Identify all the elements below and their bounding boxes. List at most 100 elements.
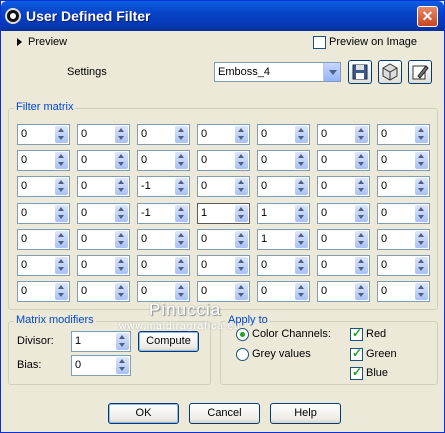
matrix-cell-stepper[interactable]: 0 (317, 150, 370, 171)
matrix-cell-stepper[interactable]: 0 (317, 176, 370, 197)
close-button[interactable]: ✕ (417, 6, 438, 27)
spin-arrows-icon[interactable] (55, 152, 68, 169)
spin-arrows-icon[interactable] (115, 257, 128, 274)
matrix-cell-stepper[interactable]: 0 (197, 255, 250, 276)
spin-arrows-icon[interactable] (235, 283, 248, 300)
matrix-cell-stepper[interactable]: 0 (257, 255, 310, 276)
matrix-cell-stepper[interactable]: 0 (197, 176, 250, 197)
matrix-cell-stepper[interactable]: 0 (77, 124, 130, 145)
spin-arrows-icon[interactable] (355, 283, 368, 300)
green-checkbox[interactable] (350, 346, 363, 361)
matrix-cell-stepper[interactable]: 0 (377, 229, 430, 250)
edit-preset-button[interactable] (408, 60, 432, 84)
matrix-cell-stepper[interactable]: 0 (17, 229, 70, 250)
matrix-cell-stepper[interactable]: 0 (77, 203, 130, 224)
matrix-cell-stepper[interactable]: 0 (17, 255, 70, 276)
matrix-cell-stepper[interactable]: 0 (377, 203, 430, 224)
preview-on-image-checkbox[interactable] (313, 36, 326, 49)
spin-arrows-icon[interactable] (295, 283, 308, 300)
matrix-cell-stepper[interactable]: 0 (77, 229, 130, 250)
matrix-cell-stepper[interactable]: 0 (77, 176, 130, 197)
matrix-cell-stepper[interactable]: 0 (257, 281, 310, 302)
spin-arrows-icon[interactable] (115, 283, 128, 300)
grey-values-label[interactable]: Grey values (252, 348, 311, 360)
matrix-cell-stepper[interactable]: 1 (257, 229, 310, 250)
spin-arrows-icon[interactable] (235, 205, 248, 222)
spin-arrows-icon[interactable] (175, 126, 188, 143)
spin-arrows-icon[interactable] (116, 333, 129, 350)
spin-arrows-icon[interactable] (355, 126, 368, 143)
compute-button[interactable]: Compute (138, 331, 199, 352)
matrix-cell-stepper[interactable]: 0 (17, 176, 70, 197)
blue-checkbox[interactable] (350, 365, 363, 380)
matrix-cell-stepper[interactable]: 0 (197, 281, 250, 302)
title-bar[interactable]: User Defined Filter ✕ (1, 1, 444, 31)
matrix-cell-stepper[interactable]: 0 (257, 176, 310, 197)
matrix-cell-stepper[interactable]: 0 (377, 281, 430, 302)
matrix-cell-stepper[interactable]: -1 (137, 176, 190, 197)
spin-arrows-icon[interactable] (415, 126, 428, 143)
spin-arrows-icon[interactable] (55, 205, 68, 222)
matrix-cell-stepper[interactable]: 0 (377, 124, 430, 145)
help-button[interactable]: Help (270, 403, 341, 424)
preview-toggle-label[interactable]: Preview (28, 36, 67, 48)
spin-arrows-icon[interactable] (55, 178, 68, 195)
spin-arrows-icon[interactable] (355, 257, 368, 274)
matrix-cell-stepper[interactable]: 0 (257, 150, 310, 171)
matrix-cell-stepper[interactable]: 0 (137, 229, 190, 250)
spin-arrows-icon[interactable] (115, 126, 128, 143)
matrix-cell-stepper[interactable]: 0 (197, 229, 250, 250)
spin-arrows-icon[interactable] (115, 178, 128, 195)
spin-arrows-icon[interactable] (175, 205, 188, 222)
color-channels-label[interactable]: Color Channels: (252, 328, 331, 340)
red-checkbox[interactable] (350, 326, 363, 341)
preview-on-image-label[interactable]: Preview on Image (329, 36, 417, 48)
preset-dropdown[interactable]: Emboss_4 (214, 62, 341, 82)
spin-arrows-icon[interactable] (355, 205, 368, 222)
spin-arrows-icon[interactable] (175, 178, 188, 195)
spin-arrows-icon[interactable] (235, 152, 248, 169)
divisor-stepper[interactable]: 1 (71, 331, 131, 352)
spin-arrows-icon[interactable] (355, 231, 368, 248)
spin-arrows-icon[interactable] (175, 257, 188, 274)
matrix-cell-stepper[interactable]: -1 (137, 203, 190, 224)
matrix-cell-stepper[interactable]: 0 (137, 124, 190, 145)
ok-button[interactable]: OK (108, 403, 179, 424)
spin-arrows-icon[interactable] (295, 231, 308, 248)
grey-values-radio[interactable] (236, 348, 249, 361)
spin-arrows-icon[interactable] (175, 231, 188, 248)
matrix-cell-stepper[interactable]: 0 (77, 281, 130, 302)
matrix-cell-stepper[interactable]: 1 (197, 203, 250, 224)
matrix-cell-stepper[interactable]: 0 (257, 124, 310, 145)
spin-arrows-icon[interactable] (295, 257, 308, 274)
spin-arrows-icon[interactable] (415, 205, 428, 222)
matrix-cell-stepper[interactable]: 0 (77, 150, 130, 171)
expand-arrow-icon[interactable] (17, 38, 22, 46)
matrix-cell-stepper[interactable]: 0 (17, 203, 70, 224)
spin-arrows-icon[interactable] (295, 178, 308, 195)
green-label[interactable]: Green (366, 348, 397, 360)
matrix-cell-stepper[interactable]: 0 (377, 255, 430, 276)
spin-arrows-icon[interactable] (295, 126, 308, 143)
spin-arrows-icon[interactable] (175, 283, 188, 300)
spin-arrows-icon[interactable] (415, 152, 428, 169)
save-preset-button[interactable] (348, 60, 372, 84)
spin-arrows-icon[interactable] (55, 126, 68, 143)
matrix-cell-stepper[interactable]: 0 (137, 150, 190, 171)
spin-arrows-icon[interactable] (235, 126, 248, 143)
spin-arrows-icon[interactable] (415, 178, 428, 195)
matrix-cell-stepper[interactable]: 0 (317, 124, 370, 145)
spin-arrows-icon[interactable] (295, 205, 308, 222)
matrix-cell-stepper[interactable]: 0 (137, 281, 190, 302)
matrix-cell-stepper[interactable]: 0 (17, 150, 70, 171)
spin-arrows-icon[interactable] (55, 283, 68, 300)
reset-preset-button[interactable] (378, 60, 402, 84)
spin-arrows-icon[interactable] (175, 152, 188, 169)
spin-arrows-icon[interactable] (115, 152, 128, 169)
matrix-cell-stepper[interactable]: 0 (317, 255, 370, 276)
spin-arrows-icon[interactable] (295, 152, 308, 169)
matrix-cell-stepper[interactable]: 1 (257, 203, 310, 224)
matrix-cell-stepper[interactable]: 0 (137, 255, 190, 276)
spin-arrows-icon[interactable] (115, 205, 128, 222)
spin-arrows-icon[interactable] (235, 178, 248, 195)
